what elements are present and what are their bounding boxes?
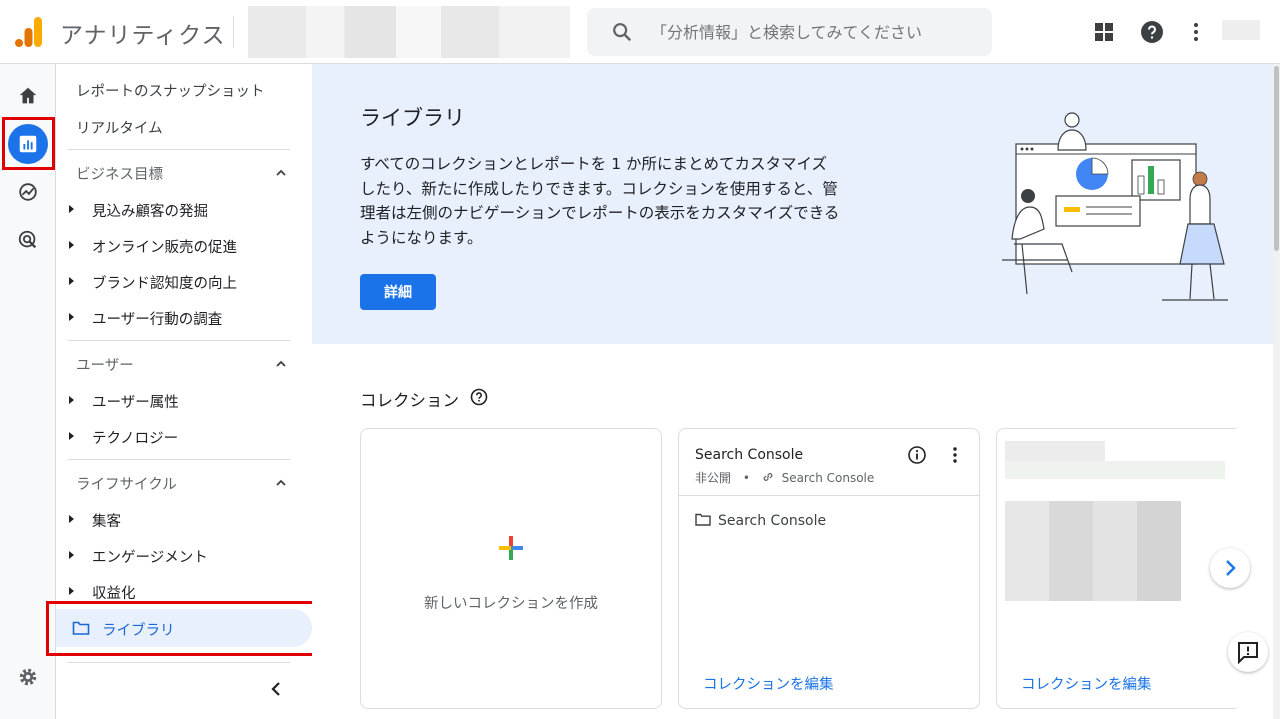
analytics-logo-icon[interactable] — [15, 17, 43, 47]
info-icon[interactable] — [907, 445, 927, 465]
more-vert-icon[interactable] — [1184, 20, 1208, 44]
scrollbar-thumb[interactable] — [1274, 66, 1279, 251]
nav-item[interactable]: 見込み顧客の発掘 — [92, 200, 208, 221]
section-lifecycle[interactable]: ライフサイクル — [76, 473, 177, 494]
library-hero: ライブラリ すべてのコレクションとレポートを 1 か所にまとめてカスタマイズした… — [312, 64, 1274, 344]
learn-more-button[interactable]: 詳細 — [360, 274, 436, 310]
nav-snapshot[interactable]: レポートのスナップショット — [76, 80, 265, 101]
main-content: ライブラリ すべてのコレクションとレポートを 1 か所にまとめてカスタマイズした… — [312, 64, 1280, 719]
nav-item[interactable]: ブランド認知度の向上 — [92, 272, 237, 293]
help-icon[interactable] — [1140, 20, 1164, 44]
expand-arrow-icon — [69, 432, 74, 440]
apps-icon[interactable] — [1092, 20, 1116, 44]
rail-settings[interactable] — [8, 657, 48, 697]
create-collection-card[interactable]: 新しいコレクションを作成 — [360, 428, 662, 709]
expand-arrow-icon — [69, 396, 74, 404]
expand-arrow-icon — [69, 205, 74, 213]
nav-item[interactable]: オンライン販売の促進 — [92, 236, 237, 257]
nav-item[interactable]: 集客 — [92, 510, 121, 531]
divider — [68, 662, 290, 663]
search-icon — [613, 23, 632, 42]
nav-item[interactable]: ユーザー属性 — [92, 391, 179, 412]
highlight-box-library — [46, 601, 321, 656]
help-outline-icon[interactable] — [470, 388, 488, 406]
top-bar: アナリティクス — [0, 0, 1280, 64]
rail-advertising[interactable] — [8, 220, 48, 260]
divider — [68, 149, 290, 150]
divider — [68, 459, 290, 460]
more-vert-icon[interactable] — [945, 445, 965, 465]
search-input[interactable] — [651, 8, 981, 56]
linked-product-label: Search Console — [781, 471, 875, 485]
blurred-content — [1005, 501, 1181, 601]
hero-title: ライブラリ — [360, 106, 465, 130]
create-collection-label: 新しいコレクションを作成 — [424, 596, 598, 612]
section-business-goals[interactable]: ビジネス目標 — [76, 163, 163, 184]
feedback-icon — [1238, 642, 1258, 665]
chevron-up-icon[interactable] — [275, 477, 287, 489]
advertising-icon — [18, 230, 37, 249]
highlight-box-reports — [2, 117, 55, 170]
next-button[interactable] — [1210, 548, 1250, 588]
home-icon — [19, 87, 37, 104]
divider — [233, 16, 234, 48]
chevron-right-icon — [1226, 560, 1236, 576]
nav-item[interactable]: 収益化 — [92, 582, 136, 603]
link-icon — [763, 473, 773, 481]
collection-title: Search Console — [695, 447, 804, 463]
separator: • — [742, 471, 750, 485]
divider — [68, 340, 290, 341]
visibility-label: 非公開 — [695, 471, 732, 485]
section-user[interactable]: ユーザー — [76, 354, 134, 375]
app-title: アナリティクス — [60, 23, 226, 49]
hero-description: すべてのコレクションとレポートを 1 か所にまとめてカスタマイズしたり、新たに作… — [360, 155, 840, 247]
nav-realtime[interactable]: リアルタイム — [76, 117, 163, 138]
rail-explore[interactable] — [8, 172, 48, 212]
rail-home[interactable] — [8, 76, 48, 116]
collection-meta: 非公開 • Search Console — [695, 469, 874, 486]
feedback-button[interactable] — [1228, 632, 1268, 672]
chevron-up-icon[interactable] — [275, 358, 287, 370]
plus-icon — [499, 536, 523, 560]
expand-arrow-icon — [69, 313, 74, 321]
collection-item-label: Search Console — [718, 513, 827, 529]
blurred-title — [1005, 441, 1105, 461]
nav-item[interactable]: エンゲージメント — [92, 546, 208, 567]
settings-icon — [19, 668, 37, 686]
collection-item: Search Console — [695, 513, 826, 529]
expand-arrow-icon — [69, 241, 74, 249]
expand-arrow-icon — [69, 277, 74, 285]
collection-card-blurred[interactable]: コレクションを編集 — [996, 428, 1236, 709]
search-box[interactable] — [587, 8, 992, 56]
avatar[interactable] — [1222, 20, 1260, 40]
nav-item[interactable]: テクノロジー — [92, 427, 178, 448]
divider — [679, 495, 979, 496]
chevron-up-icon[interactable] — [275, 167, 287, 179]
expand-arrow-icon — [69, 587, 74, 595]
edit-collection-link[interactable]: コレクションを編集 — [703, 673, 834, 694]
nav-item[interactable]: ユーザー行動の調査 — [92, 308, 222, 329]
chevron-left-icon[interactable] — [269, 680, 285, 698]
explore-icon — [19, 183, 37, 201]
folder-icon — [695, 513, 711, 526]
library-illustration — [1002, 112, 1228, 301]
expand-arrow-icon — [69, 515, 74, 523]
expand-arrow-icon — [69, 551, 74, 559]
edit-collection-link[interactable]: コレクションを編集 — [1021, 673, 1152, 694]
blurred-meta — [1005, 461, 1225, 479]
collection-card-search-console[interactable]: Search Console 非公開 • Search Console Sear… — [678, 428, 980, 709]
collections-title: コレクション — [360, 391, 459, 410]
account-selector-blurred[interactable] — [248, 6, 570, 58]
